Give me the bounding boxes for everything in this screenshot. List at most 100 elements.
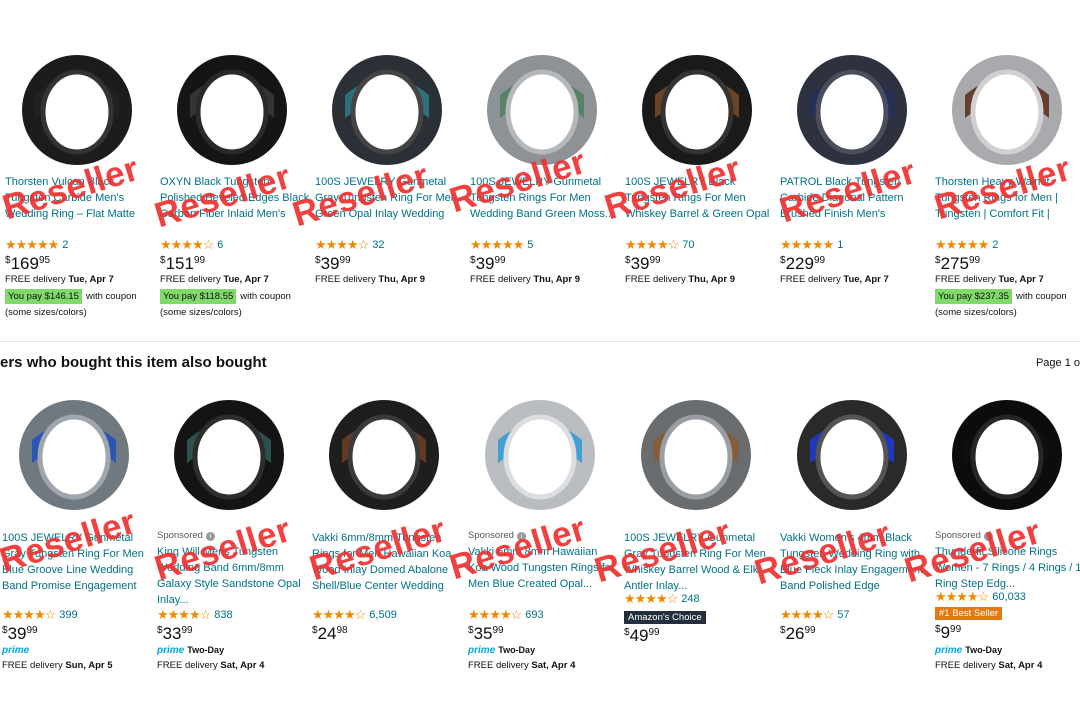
review-count[interactable]: 838: [214, 609, 232, 621]
rating[interactable]: ★★★★☆ 6: [160, 237, 223, 253]
product-image[interactable]: [2, 385, 152, 520]
rating[interactable]: ★★★★☆ 399: [2, 607, 78, 623]
currency-symbol: $: [625, 255, 631, 266]
delivery-date: Tue, Apr 7: [843, 274, 889, 285]
price-dollars: 39: [320, 254, 340, 273]
info-icon[interactable]: i: [983, 532, 993, 541]
star-rating-icon[interactable]: ★★★★☆: [2, 607, 56, 623]
star-rating-icon[interactable]: ★★★★★: [470, 237, 524, 253]
review-count[interactable]: 399: [59, 609, 77, 621]
product-title-link[interactable]: 100S JEWELRY Gunmetal Gray Tungsten Ring…: [624, 530, 774, 594]
product-image[interactable]: [157, 385, 307, 520]
product-image[interactable]: [935, 40, 1080, 175]
product-image[interactable]: [468, 385, 618, 520]
review-count[interactable]: 32: [372, 239, 384, 251]
product-title-link[interactable]: Vakki 6mm 8mm Hawaiian Koa Wood Tungsten…: [468, 544, 618, 608]
product-title-link[interactable]: Thorsten Heavy Walnut Tungsten Rings for…: [935, 174, 1080, 222]
price: $16995: [5, 254, 50, 274]
review-count[interactable]: 60,033: [992, 591, 1026, 603]
star-rating-icon[interactable]: ★★★★☆: [315, 237, 369, 253]
product-title-link[interactable]: OXYN Black Tungsten Polished Beveled Edg…: [160, 174, 310, 222]
rating[interactable]: ★★★★☆ 6,509: [312, 607, 397, 623]
product-title-link[interactable]: Vakki 6mm/8mm Tungsten Rings for Men Haw…: [312, 530, 462, 594]
star-rating-icon[interactable]: ★★★★☆: [624, 591, 678, 607]
product-title-link[interactable]: Vakki Women's 4mm Black Tungsten Wedding…: [780, 530, 930, 594]
delivery-date: Sun, Apr 5: [65, 660, 113, 671]
star-rating-icon[interactable]: ★★★★☆: [157, 607, 211, 623]
review-count[interactable]: 2: [992, 239, 998, 251]
product-image[interactable]: [5, 40, 155, 175]
price: $3399: [157, 624, 193, 644]
price: $3999: [625, 254, 661, 274]
product-title-link[interactable]: King Will Mens Tungsten Wedding Band 6mm…: [157, 544, 307, 608]
review-count[interactable]: 5: [527, 239, 533, 251]
star-rating-icon[interactable]: ★★★★☆: [935, 589, 989, 605]
product-title-link[interactable]: PATROL Black Tungsten Carbide Diagonal P…: [780, 174, 930, 222]
info-icon[interactable]: i: [516, 532, 526, 541]
product-title-link[interactable]: 100S JEWELRY Black Tungsten Rings For Me…: [625, 174, 775, 222]
coupon-price-badge: You pay $118.55: [160, 289, 237, 304]
rating[interactable]: ★★★★☆ 57: [780, 607, 850, 623]
rating[interactable]: ★★★★☆ 248: [624, 591, 700, 607]
review-count[interactable]: 248: [681, 593, 699, 605]
review-count[interactable]: 70: [682, 239, 694, 251]
price-cents: 99: [26, 625, 38, 636]
product-image[interactable]: [315, 40, 465, 175]
price: $2498: [312, 624, 348, 644]
review-count[interactable]: 2: [62, 239, 68, 251]
two-day-label: Two-Day: [498, 645, 536, 655]
star-rating-icon[interactable]: ★★★★☆: [468, 607, 522, 623]
product-image[interactable]: [312, 385, 462, 520]
price-cents: 99: [494, 255, 506, 266]
rating[interactable]: ★★★★☆ 693: [468, 607, 544, 623]
rating[interactable]: ★★★★☆ 838: [157, 607, 233, 623]
delivery-prefix: FREE delivery: [2, 660, 66, 671]
review-count[interactable]: 6: [217, 239, 223, 251]
rating[interactable]: ★★★★★ 5: [470, 237, 533, 253]
star-rating-icon[interactable]: ★★★★☆: [312, 607, 366, 623]
product-image[interactable]: [780, 385, 930, 520]
price-cents: 99: [648, 627, 660, 638]
amazons-choice-badge: Amazon's Choice: [624, 611, 706, 624]
star-rating-icon[interactable]: ★★★★☆: [160, 237, 214, 253]
product-image[interactable]: [780, 40, 930, 175]
star-rating-icon[interactable]: ★★★★★: [935, 237, 989, 253]
product-image[interactable]: [935, 385, 1080, 520]
currency-symbol: $: [5, 255, 11, 266]
product-title-link[interactable]: 100S JEWELRY Gunmetal Tungsten Rings For…: [470, 174, 620, 222]
star-rating-icon[interactable]: ★★★★☆: [625, 237, 679, 253]
delivery-date: Sat, Apr 4: [531, 660, 576, 671]
coupon-label: with coupon: [240, 291, 291, 302]
star-rating-icon[interactable]: ★★★★★: [780, 237, 834, 253]
rating[interactable]: ★★★★★ 1: [780, 237, 843, 253]
review-count[interactable]: 6,509: [369, 609, 397, 621]
product-image[interactable]: [625, 40, 775, 175]
rating[interactable]: ★★★★★ 2: [5, 237, 68, 253]
rating[interactable]: ★★★★★ 2: [935, 237, 998, 253]
delivery-info: FREE delivery Sun, Apr 5: [2, 660, 113, 671]
two-day-label: Two-Day: [187, 645, 225, 655]
star-rating-icon[interactable]: ★★★★★: [5, 237, 59, 253]
product-title-link[interactable]: Thorsten Vulcan Black Tungsten Carbide M…: [5, 174, 155, 222]
review-count[interactable]: 693: [525, 609, 543, 621]
product-image[interactable]: [160, 40, 310, 175]
price-dollars: 9: [940, 623, 951, 642]
rating[interactable]: ★★★★☆ 32: [315, 237, 385, 253]
currency-symbol: $: [935, 255, 941, 266]
review-count[interactable]: 1: [837, 239, 843, 251]
price-dollars: 275: [940, 254, 969, 273]
price: $3599: [468, 624, 504, 644]
product-image[interactable]: [624, 385, 774, 520]
product-title-link[interactable]: 100S JEWELRY Gunmetal Gray Tungsten Ring…: [2, 530, 152, 594]
price-dollars: 229: [785, 254, 814, 273]
price-cents: 99: [813, 255, 826, 266]
rating[interactable]: ★★★★☆ 60,033: [935, 589, 1026, 605]
currency-symbol: $: [160, 255, 166, 266]
product-image[interactable]: [470, 40, 620, 175]
product-title-link[interactable]: 100S JEWELRY Gunmetal Gray Tungsten Ring…: [315, 174, 465, 222]
info-icon[interactable]: i: [205, 532, 215, 541]
sponsored-label: Sponsored i: [935, 530, 993, 541]
rating[interactable]: ★★★★☆ 70: [625, 237, 695, 253]
star-rating-icon[interactable]: ★★★★☆: [780, 607, 834, 623]
review-count[interactable]: 57: [837, 609, 849, 621]
